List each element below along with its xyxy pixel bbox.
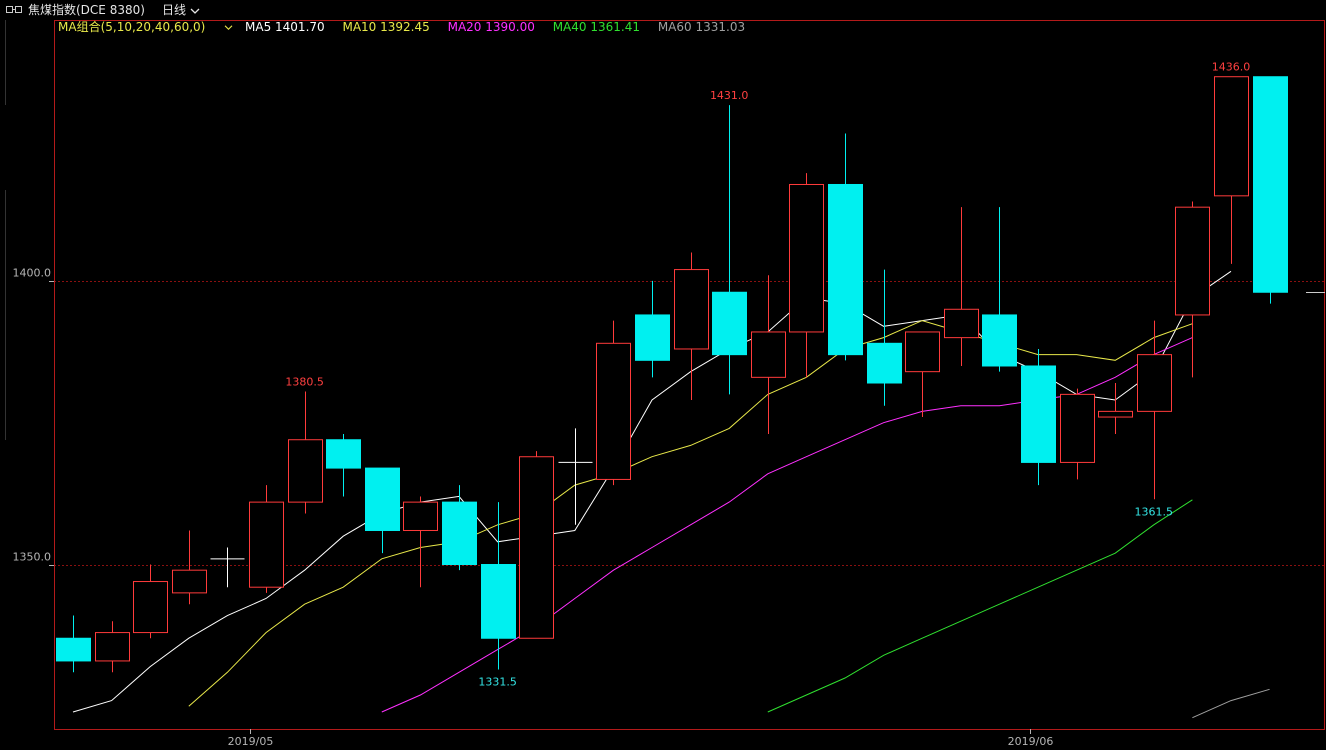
candle-body [481, 564, 516, 639]
date-tick-label: 2019/05 [228, 735, 274, 748]
ma60-line [1192, 688, 1270, 719]
candle-body [326, 439, 361, 469]
candle-body [982, 314, 1017, 367]
instrument-title: 焦煤指数(DCE 8380) [28, 3, 145, 17]
candle [674, 252, 709, 401]
ma20-line [381, 337, 1193, 713]
high-price-label: 1436.0 [1212, 61, 1251, 74]
title-bar: 焦煤指数(DCE 8380) 日线 [0, 0, 1326, 20]
candle-body [1098, 410, 1133, 418]
candle-body [403, 501, 438, 531]
candle-body [1060, 393, 1095, 463]
candle [596, 320, 631, 486]
candle [95, 621, 130, 673]
candle-body [905, 331, 940, 373]
link-icon[interactable] [6, 5, 22, 14]
candle-body [828, 183, 863, 356]
plot-border [54, 20, 1325, 730]
candle [867, 269, 902, 406]
candle-body [789, 183, 824, 333]
candle-body [1253, 76, 1288, 293]
ma-group-label: MA组合(5,10,20,40,60,0) [58, 20, 206, 34]
ma-group-selector[interactable]: MA组合(5,10,20,40,60,0) [58, 20, 237, 34]
date-axis: 2019/05 2019/06 [228, 729, 1054, 748]
candle [403, 496, 438, 588]
candle [751, 275, 786, 435]
candle-body [944, 308, 979, 339]
candle-body [867, 342, 902, 384]
low-price-label: 1361.5 [1135, 505, 1174, 518]
date-tick-label: 2019/06 [1008, 735, 1054, 748]
moving-average-lines [72, 270, 1270, 719]
ma60-value: MA60 1331.03 [657, 20, 746, 34]
ma40-value: MA40 1361.41 [552, 20, 640, 34]
ma10-value: MA10 1392.45 [342, 20, 430, 34]
candle [1175, 201, 1210, 378]
chevron-down-icon [224, 25, 233, 31]
price-tick-label: 1350.0 [13, 551, 52, 564]
candle-body [674, 269, 709, 350]
candle [1214, 76, 1249, 264]
candle-body [596, 342, 631, 480]
candle-body [1175, 206, 1210, 316]
candle [326, 434, 361, 497]
candle [519, 451, 554, 639]
candle-body [1137, 354, 1172, 412]
candlestick-chart: 1350.0 1400.0 2019/05 2019/06 1380.5 1331.5… [5, 20, 1325, 748]
ma-legend: MA组合(5,10,20,40,60,0) MA5 1401.70 MA10 1… [58, 19, 759, 35]
candle [712, 105, 747, 395]
candle-body [288, 439, 323, 503]
candle-body [172, 569, 207, 594]
candle [982, 207, 1017, 372]
ma5-value: MA5 1401.70 [245, 20, 325, 34]
candle-body [1021, 365, 1056, 463]
candle [481, 502, 516, 670]
candle [789, 173, 824, 378]
candle-body [635, 314, 670, 361]
candle [172, 530, 207, 605]
high-price-label: 1380.5 [285, 376, 324, 389]
candle [365, 467, 400, 554]
candle-body [95, 632, 130, 662]
candle-body [1214, 76, 1249, 197]
candle-body [442, 501, 477, 566]
candle [288, 391, 323, 514]
candle [1253, 76, 1288, 304]
candles [56, 76, 1325, 673]
candle [635, 280, 670, 378]
low-price-label: 1331.5 [478, 675, 517, 688]
period-label: 日线 [162, 3, 187, 17]
price-tick-label: 1400.0 [13, 267, 52, 280]
candle-body [519, 456, 554, 639]
candle-body [751, 331, 786, 378]
ma40-line [767, 499, 1193, 713]
candle [133, 564, 168, 639]
candle [1060, 388, 1095, 480]
period-selector[interactable]: 日线 [162, 0, 200, 20]
chevron-down-icon [190, 8, 200, 14]
candle [828, 133, 863, 361]
candle [944, 207, 979, 366]
candle-body [365, 467, 400, 531]
price-axis: 1350.0 1400.0 [13, 267, 54, 566]
candle-body [712, 291, 747, 356]
ma20-value: MA20 1390.00 [447, 20, 535, 34]
candle [210, 547, 245, 588]
high-price-label: 1431.0 [710, 89, 749, 102]
candle [56, 615, 91, 673]
candle [905, 331, 940, 418]
candle-body [249, 501, 284, 588]
chart-frame [5, 20, 1325, 730]
candle [1021, 348, 1056, 486]
candle-body [133, 581, 168, 634]
candle-body [56, 637, 91, 662]
candle [249, 485, 284, 593]
